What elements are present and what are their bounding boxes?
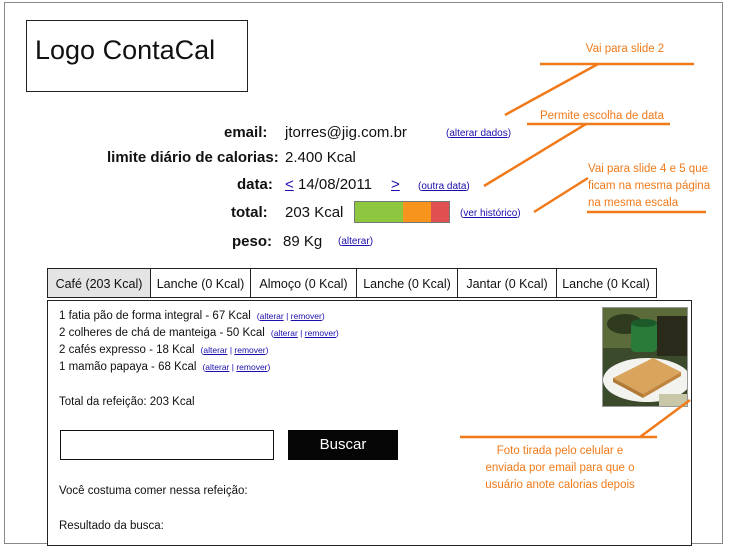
edit-item-link[interactable]: alterar — [260, 311, 284, 321]
logo-placeholder[interactable]: Logo ContaCal — [26, 20, 248, 92]
note-history: Vai para slide 4 e 5 que ficam na mesma … — [588, 161, 732, 212]
item-text: 2 cafés expresso - 18 Kcal — [59, 344, 195, 356]
edit-item-link[interactable]: alterar — [274, 328, 298, 338]
remove-item-link[interactable]: remover — [291, 311, 322, 321]
item-text: 1 fatia pão de forma integral - 67 Kcal — [59, 310, 251, 322]
meal-total: Total da refeição: 203 Kcal — [59, 396, 195, 408]
date-prev-button[interactable]: < — [285, 176, 294, 193]
date-link[interactable]: (outra data) — [418, 181, 470, 192]
edit-item-link[interactable]: alterar — [205, 362, 229, 372]
tab-almoco[interactable]: Almoço (0 Kcal) — [250, 268, 357, 298]
note-photo-line: usuário anote calorias depois — [485, 479, 635, 491]
note-photo-line: enviada por email para que o — [485, 462, 635, 474]
limit-label: limite diário de calorias: — [107, 149, 279, 166]
gauge-segment-orange — [403, 202, 431, 222]
gauge-segment-green — [355, 202, 403, 222]
note-photo-line: Foto tirada pelo celular e — [496, 445, 624, 457]
item-text: 2 colheres de chá de manteiga - 50 Kcal — [59, 327, 265, 339]
email-value: jtorres@jig.com.br — [285, 124, 407, 141]
date-next-button[interactable]: > — [391, 176, 400, 193]
remove-item-link[interactable]: remover — [234, 345, 265, 355]
tab-cafe[interactable]: Café (203 Kcal) — [47, 268, 151, 298]
email-label: email: — [224, 124, 268, 141]
usual-foods-label: Você costuma comer nessa refeição: — [59, 485, 248, 497]
meal-photo[interactable] — [602, 307, 688, 407]
list-item: 2 colheres de chá de manteiga - 50 Kcal(… — [59, 327, 339, 339]
total-label: total: — [231, 204, 268, 221]
email-link[interactable]: (alterar dados) — [446, 128, 511, 139]
search-input[interactable] — [60, 430, 274, 460]
item-text: 1 mamão papaya - 68 Kcal — [59, 361, 197, 373]
note-photo: Foto tirada pelo celular e enviada por e… — [460, 443, 660, 494]
calorie-gauge — [354, 201, 450, 223]
list-item: 1 fatia pão de forma integral - 67 Kcal(… — [59, 310, 325, 322]
date-label: data: — [237, 176, 273, 193]
toast-photo-icon — [603, 308, 687, 406]
tab-lanche-3[interactable]: Lanche (0 Kcal) — [555, 268, 657, 298]
list-item: 2 cafés expresso - 18 Kcal (alterar | rem… — [59, 344, 269, 356]
history-link[interactable]: (ver histórico) — [460, 208, 521, 219]
note-slide2: Vai para slide 2 — [585, 43, 665, 55]
remove-item-link[interactable]: remover — [236, 362, 267, 372]
weight-value: 89 Kg — [283, 233, 323, 250]
gauge-segment-red — [431, 202, 449, 222]
note-history-line: Vai para slide 4 e 5 que — [588, 163, 708, 175]
tab-jantar[interactable]: Jantar (0 Kcal) — [457, 268, 557, 298]
limit-value: 2.400 Kcal — [285, 149, 356, 166]
meal-panel: 1 fatia pão de forma integral - 67 Kcal(… — [47, 300, 692, 546]
note-history-line: na mesma escala — [588, 197, 679, 209]
tab-lanche-2[interactable]: Lanche (0 Kcal) — [355, 268, 459, 298]
date-value: 14/08/2011 — [298, 176, 372, 193]
search-button[interactable]: Buscar — [288, 430, 398, 460]
remove-item-link[interactable]: remover — [305, 328, 336, 338]
total-value: 203 Kcal — [285, 204, 344, 221]
weight-label: peso: — [232, 233, 273, 250]
list-item: 1 mamão papaya - 68 Kcal (alterar | remov… — [59, 361, 271, 373]
tab-lanche-1[interactable]: Lanche (0 Kcal) — [149, 268, 252, 298]
note-history-line: ficam na mesma página — [588, 180, 711, 192]
meal-tabs: Café (203 Kcal) Lanche (0 Kcal) Almoço (… — [47, 268, 657, 298]
note-date-choice: Permite escolha de data — [539, 110, 665, 122]
edit-item-link[interactable]: alterar — [203, 345, 227, 355]
logo-text: Logo ContaCal — [35, 35, 216, 65]
search-results-label: Resultado da busca: — [59, 520, 164, 532]
weight-link[interactable]: (alterar) — [338, 236, 373, 247]
